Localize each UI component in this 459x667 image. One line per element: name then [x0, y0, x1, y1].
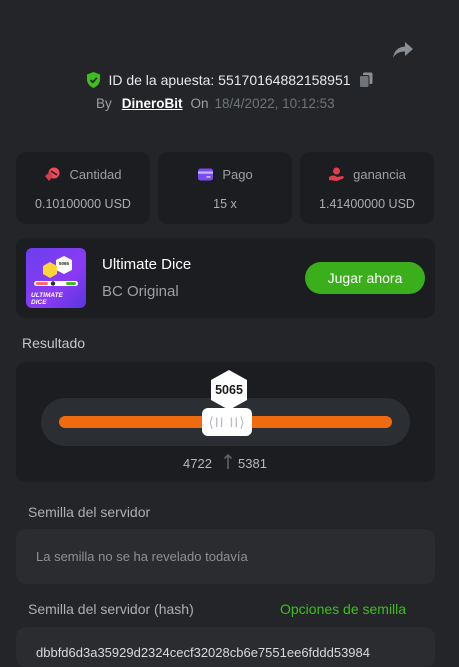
result-number: 5065 — [215, 383, 243, 397]
bet-id-row: ID de la apuesta: 55170164882158951 — [0, 70, 459, 90]
seed-options-link[interactable]: Opciones de semilla — [280, 601, 406, 617]
server-seed-field: La semilla no se ha revelado todavía — [16, 529, 435, 584]
result-heading: Resultado — [22, 335, 86, 351]
profit-card: ganancia 1.41400000 USD — [300, 152, 434, 224]
payout-card: Pago 15 x — [158, 152, 292, 224]
range-low: 4722 — [183, 456, 212, 471]
profit-value: 1.41400000 USD — [319, 197, 415, 211]
username-link[interactable]: DineroBit — [122, 96, 183, 111]
profit-label: ganancia — [353, 167, 406, 182]
server-seed-value: La semilla no se ha revelado todavía — [36, 549, 248, 564]
share-icon[interactable] — [392, 40, 414, 60]
game-provider: BC Original — [102, 283, 179, 300]
swap-arrows-icon[interactable] — [222, 454, 234, 470]
game-thumbnail[interactable]: ULTIMATE DICE 5065 — [26, 248, 86, 308]
amount-label: Cantidad — [69, 167, 122, 182]
server-hash-field: dbbfd6d3a35929d2324cecf32028cb6e7551ee6f… — [16, 627, 435, 667]
slider-handle[interactable]: ⟨II II⟩ — [202, 408, 252, 436]
payout-label: Pago — [222, 167, 253, 182]
coins-icon — [45, 167, 60, 181]
hand-coins-icon — [329, 167, 344, 181]
server-hash-value: dbbfd6d3a35929d2324cecf32028cb6e7551ee6f… — [36, 645, 370, 660]
range-high: 5381 — [238, 456, 267, 471]
play-now-button[interactable]: Jugar ahora — [305, 262, 425, 294]
amount-card: Cantidad 0.10100000 USD — [16, 152, 150, 224]
bet-datetime: 18/4/2022, 10:12:53 — [214, 96, 335, 111]
thumb-text: ULTIMATE DICE — [31, 292, 63, 306]
server-seed-label: Semilla del servidor — [28, 504, 151, 520]
result-number-badge: 5065 — [208, 369, 250, 411]
card-icon — [198, 168, 214, 181]
on-label: On — [190, 96, 209, 111]
result-card: 5065 ⟨II II⟩ 4722 5381 — [16, 362, 435, 482]
copy-icon[interactable] — [358, 72, 373, 88]
by-label: By — [96, 96, 112, 111]
payout-value: 15 x — [213, 197, 237, 211]
server-hash-label: Semilla del servidor (hash) — [28, 601, 194, 617]
bet-author-row: By DineroBit On 18/4/2022, 10:12:53 — [96, 96, 335, 111]
amount-value: 0.10100000 USD — [35, 197, 131, 211]
thumb-badge: 5065 — [58, 261, 69, 266]
game-name[interactable]: Ultimate Dice — [102, 256, 191, 273]
shield-check-icon — [87, 72, 101, 88]
game-card: ULTIMATE DICE 5065 Ultimate Dice BC Orig… — [16, 238, 435, 318]
bet-id-label: ID de la apuesta: 55170164882158951 — [108, 72, 351, 88]
